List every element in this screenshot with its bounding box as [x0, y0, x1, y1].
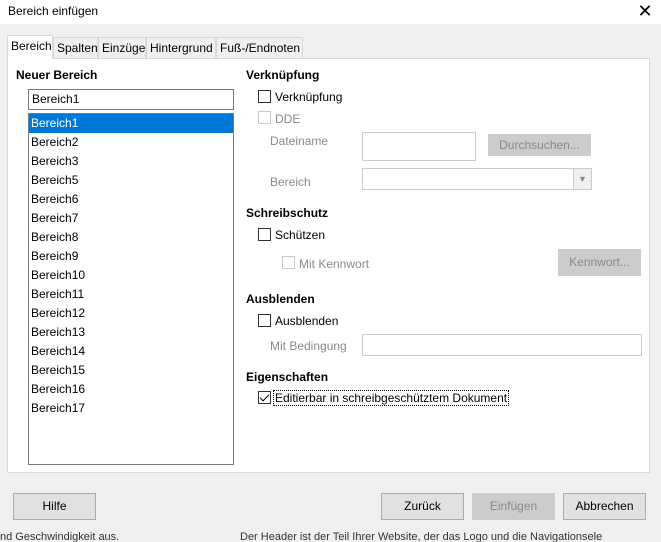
- list-item[interactable]: Bereich6: [29, 190, 233, 209]
- chevron-down-icon: ▼: [573, 169, 591, 189]
- title-bar: [0, 0, 661, 24]
- background-text-right: Der Header ist der Teil Ihrer Website, d…: [240, 532, 603, 542]
- condition-label: Mit Bedingung: [270, 339, 347, 353]
- insert-button: Einfügen: [472, 493, 555, 520]
- dde-checkbox: [258, 111, 271, 124]
- hide-heading: Ausblenden: [246, 292, 315, 306]
- filename-label: Dateiname: [270, 134, 329, 148]
- list-item[interactable]: Bereich5: [29, 171, 233, 190]
- browse-button: Durchsuchen...: [488, 134, 591, 156]
- cancel-button[interactable]: Abbrechen: [563, 493, 646, 520]
- list-item[interactable]: Bereich14: [29, 342, 233, 361]
- tab-hintergrund[interactable]: Hintergrund: [146, 37, 216, 58]
- filename-input: [362, 132, 476, 161]
- list-item[interactable]: Bereich13: [29, 323, 233, 342]
- link-section-combo: ▼: [362, 168, 592, 190]
- link-checkbox-label[interactable]: Verknüpfung: [275, 90, 342, 104]
- password-button: Kennwort...: [558, 249, 641, 276]
- list-item[interactable]: Bereich17: [29, 399, 233, 418]
- list-item[interactable]: Bereich11: [29, 285, 233, 304]
- section-listbox[interactable]: Bereich1 Bereich2 Bereich3 Bereich5 Bere…: [28, 113, 234, 465]
- list-item[interactable]: Bereich7: [29, 209, 233, 228]
- help-button[interactable]: Hilfe: [13, 493, 96, 520]
- condition-input: [362, 334, 642, 356]
- properties-heading: Eigenschaften: [246, 370, 329, 384]
- editable-checkbox-label[interactable]: Editierbar in schreibgeschütztem Dokumen…: [273, 390, 510, 406]
- link-section-label: Bereich: [270, 175, 311, 189]
- new-section-heading: Neuer Bereich: [16, 68, 98, 82]
- list-item[interactable]: Bereich9: [29, 247, 233, 266]
- editable-checkbox[interactable]: [258, 391, 271, 404]
- dde-checkbox-label: DDE: [275, 112, 301, 126]
- background-text-left: nd Geschwindigkeit aus.: [0, 532, 120, 542]
- hide-checkbox[interactable]: [258, 314, 271, 327]
- section-name-input[interactable]: Bereich1: [28, 89, 234, 110]
- hide-checkbox-label[interactable]: Ausblenden: [275, 314, 338, 328]
- protect-checkbox-label[interactable]: Schützen: [275, 228, 325, 242]
- back-button[interactable]: Zurück: [381, 493, 464, 520]
- password-checkbox: [282, 256, 295, 269]
- tab-bereich[interactable]: Bereich: [7, 35, 53, 59]
- list-item[interactable]: Bereich8: [29, 228, 233, 247]
- tab-einzuege[interactable]: Einzüge: [98, 37, 146, 58]
- list-item[interactable]: Bereich16: [29, 380, 233, 399]
- protection-heading: Schreibschutz: [246, 206, 329, 220]
- password-checkbox-label: Mit Kennwort: [299, 257, 370, 271]
- protect-checkbox[interactable]: [258, 228, 271, 241]
- list-item[interactable]: Bereich15: [29, 361, 233, 380]
- list-item[interactable]: Bereich2: [29, 133, 233, 152]
- close-icon[interactable]: ✕: [634, 0, 656, 22]
- list-item[interactable]: Bereich3: [29, 152, 233, 171]
- list-item[interactable]: Bereich12: [29, 304, 233, 323]
- tab-fuss-endnoten[interactable]: Fuß-/Endnoten: [216, 37, 303, 58]
- link-heading: Verknüpfung: [246, 68, 320, 82]
- list-item[interactable]: Bereich10: [29, 266, 233, 285]
- tab-spalten[interactable]: Spalten: [53, 37, 98, 58]
- window-title: Bereich einfügen: [8, 4, 99, 18]
- link-checkbox[interactable]: [258, 90, 271, 103]
- list-item[interactable]: Bereich1: [29, 114, 233, 133]
